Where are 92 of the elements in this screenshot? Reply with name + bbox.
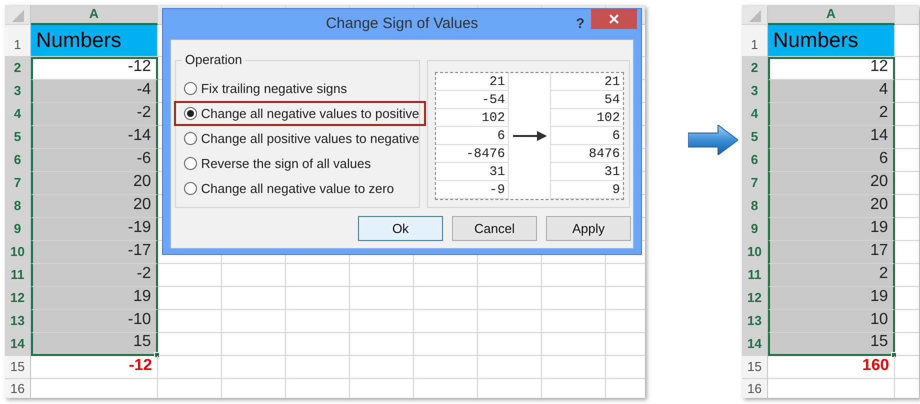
row-header[interactable]: 10 bbox=[5, 241, 31, 264]
header-cell: Numbers bbox=[768, 25, 895, 57]
row-header[interactable]: 14 bbox=[5, 333, 31, 356]
preview-value: 102 bbox=[551, 109, 623, 127]
table-cell: -6 bbox=[31, 149, 158, 172]
row-header[interactable]: 3 bbox=[742, 80, 768, 103]
help-button[interactable]: ? bbox=[576, 13, 585, 34]
close-button[interactable] bbox=[591, 9, 637, 29]
row-header[interactable]: 2 bbox=[742, 57, 768, 80]
radio-option[interactable]: Change all negative value to zero bbox=[174, 176, 426, 201]
preview-value: 21 bbox=[436, 73, 508, 91]
row-header[interactable]: 13 bbox=[742, 310, 768, 333]
row-header[interactable]: 9 bbox=[742, 218, 768, 241]
window-title: Change Sign of Values bbox=[326, 14, 478, 34]
row-header[interactable]: 7 bbox=[742, 172, 768, 195]
table-cell: 19 bbox=[31, 287, 158, 310]
preview-value: -54 bbox=[436, 91, 508, 109]
row-header[interactable]: 1 bbox=[5, 25, 31, 57]
row-header[interactable]: 8 bbox=[5, 195, 31, 218]
table-cell: -2 bbox=[31, 264, 158, 287]
row-header[interactable]: 8 bbox=[742, 195, 768, 218]
radio-option[interactable]: Change all positive values to negative bbox=[174, 126, 426, 151]
row-header[interactable]: 10 bbox=[742, 241, 768, 264]
table-cell: 20 bbox=[31, 195, 158, 218]
right-arrow-icon bbox=[688, 125, 738, 155]
table-cell: 6 bbox=[768, 149, 895, 172]
row-header[interactable]: 15 bbox=[5, 356, 31, 379]
dialog-button[interactable]: Ok bbox=[358, 216, 443, 241]
preview-value: -8476 bbox=[436, 145, 508, 163]
preview-value: -9 bbox=[436, 181, 508, 199]
table-cell: 20 bbox=[31, 172, 158, 195]
fill-handle[interactable] bbox=[891, 352, 897, 358]
row-header[interactable]: 4 bbox=[5, 103, 31, 126]
table-cell: 4 bbox=[768, 80, 895, 103]
table-cell: -19 bbox=[31, 218, 158, 241]
preview-value: 6 bbox=[551, 127, 623, 145]
row-header[interactable]: 1 bbox=[742, 25, 768, 57]
row-header[interactable]: 7 bbox=[5, 172, 31, 195]
radio-option[interactable]: Change all negative values to positive bbox=[174, 101, 426, 126]
row-header[interactable]: 12 bbox=[5, 287, 31, 310]
table-cell: 2 bbox=[768, 264, 895, 287]
row-header[interactable]: 16 bbox=[5, 379, 31, 398]
fill-handle[interactable] bbox=[154, 352, 160, 358]
row-header[interactable]: 11 bbox=[5, 264, 31, 287]
row-header[interactable]: 4 bbox=[742, 103, 768, 126]
row-header[interactable]: 5 bbox=[5, 126, 31, 149]
column-header[interactable]: A bbox=[768, 5, 895, 25]
table-cell: 19 bbox=[768, 287, 895, 310]
right-arrow-icon bbox=[512, 131, 546, 141]
table-cell: 17 bbox=[768, 241, 895, 264]
dialog-button[interactable]: Cancel bbox=[452, 216, 537, 241]
table-cell: -14 bbox=[31, 126, 158, 149]
preview-value: 54 bbox=[551, 91, 623, 109]
table-cell: 12 bbox=[768, 57, 895, 80]
table-cell: 10 bbox=[768, 310, 895, 333]
table-cell: 15 bbox=[768, 333, 895, 356]
preview-value: 6 bbox=[436, 127, 508, 145]
table-cell: -10 bbox=[31, 310, 158, 333]
row-header[interactable]: 12 bbox=[742, 287, 768, 310]
row-header[interactable]: 13 bbox=[5, 310, 31, 333]
row-header[interactable]: 14 bbox=[742, 333, 768, 356]
table-cell: -4 bbox=[31, 80, 158, 103]
table-cell: 14 bbox=[768, 126, 895, 149]
preview-value: 102 bbox=[436, 109, 508, 127]
radio-option[interactable]: Fix trailing negative signs bbox=[174, 76, 426, 101]
table-cell: 2 bbox=[768, 103, 895, 126]
table-cell: -12 bbox=[31, 57, 158, 80]
preview-value: 9 bbox=[551, 181, 623, 199]
row-header[interactable]: 3 bbox=[5, 80, 31, 103]
table-cell: -2 bbox=[31, 103, 158, 126]
row-header[interactable]: 5 bbox=[742, 126, 768, 149]
row-header[interactable]: 16 bbox=[742, 379, 768, 398]
preview-value: 31 bbox=[436, 163, 508, 181]
row-header[interactable]: 11 bbox=[742, 264, 768, 287]
table-cell: 20 bbox=[768, 195, 895, 218]
close-icon bbox=[609, 14, 619, 24]
table-cell: 20 bbox=[768, 172, 895, 195]
preview-value: 31 bbox=[551, 163, 623, 181]
column-header[interactable]: A bbox=[31, 5, 158, 25]
table-cell: -17 bbox=[31, 241, 158, 264]
preview-value: 21 bbox=[551, 73, 623, 91]
table-cell: 19 bbox=[768, 218, 895, 241]
row-header[interactable]: 9 bbox=[5, 218, 31, 241]
row-header[interactable]: 6 bbox=[742, 149, 768, 172]
table-cell: 15 bbox=[31, 333, 158, 356]
preview-value: 8476 bbox=[551, 145, 623, 163]
row-header[interactable]: 15 bbox=[742, 356, 768, 379]
row-header[interactable]: 2 bbox=[5, 57, 31, 80]
row-header[interactable]: 6 bbox=[5, 149, 31, 172]
header-cell: Numbers bbox=[31, 25, 158, 57]
dialog-button[interactable]: Apply bbox=[546, 216, 631, 241]
radio-option[interactable]: Reverse the sign of all values bbox=[174, 151, 426, 176]
